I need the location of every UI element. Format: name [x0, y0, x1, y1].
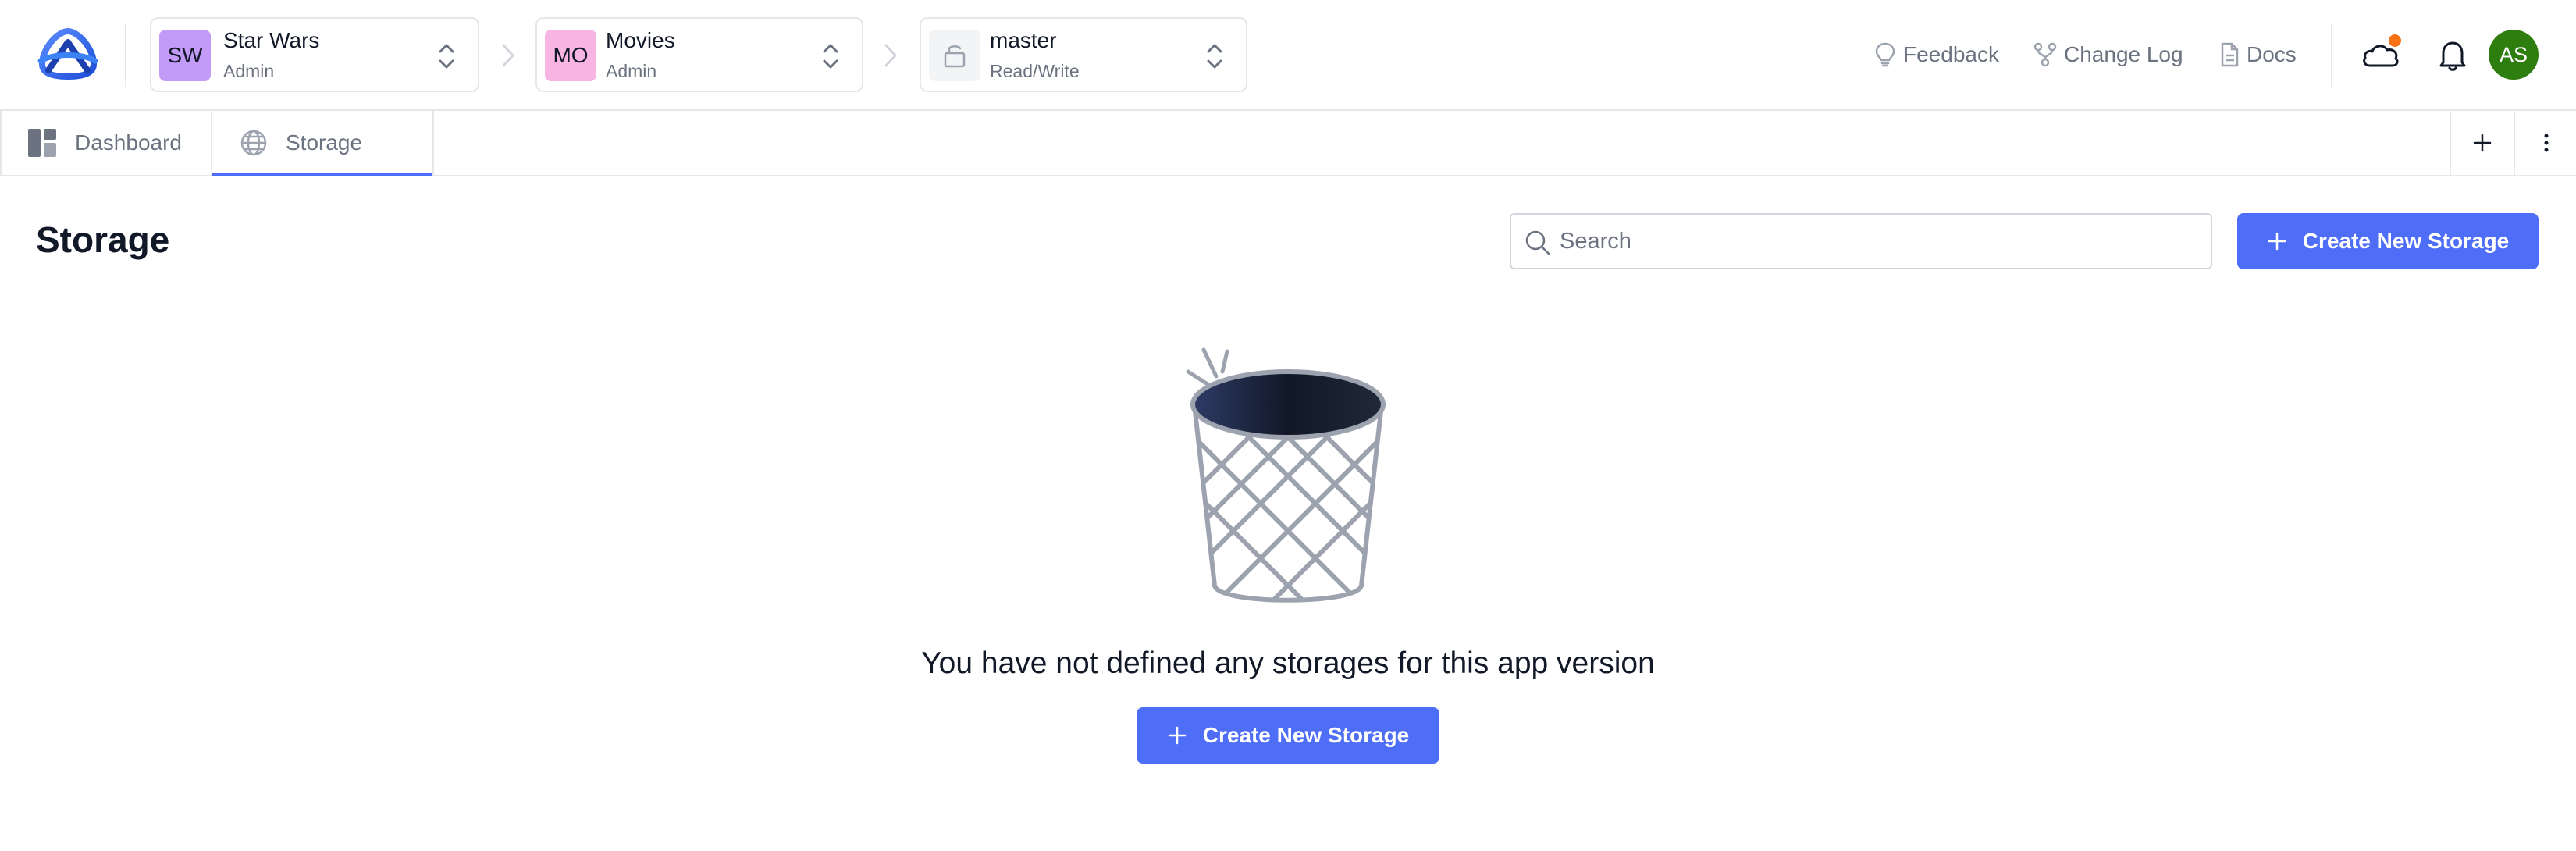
app-logo-icon[interactable] [34, 25, 101, 81]
workspace-name: Star Wars [223, 28, 320, 52]
document-icon [2221, 42, 2239, 67]
top-navigation-bar: SW Star Wars Admin MO Movies Admin maste… [0, 0, 2576, 111]
app-selector[interactable]: MO Movies Admin [535, 17, 863, 92]
feedback-link[interactable]: Feedback [1873, 41, 1999, 69]
notification-dot [2389, 34, 2401, 47]
create-new-storage-label: Create New Storage [2302, 229, 2510, 253]
page-title: Storage [36, 219, 170, 260]
divider [2331, 23, 2332, 87]
chevron-up-down-icon [439, 44, 454, 69]
app-badge: MO [545, 30, 596, 81]
tab-storage[interactable]: Storage [212, 111, 434, 176]
workspace-role: Admin [223, 61, 275, 81]
empty-state-message: You have not defined any storages for th… [921, 646, 1655, 680]
docs-label: Docs [2247, 42, 2297, 66]
chevron-right-icon [502, 44, 514, 67]
lightbulb-icon [1875, 42, 1895, 67]
globe-icon [240, 130, 267, 156]
create-new-storage-button[interactable]: Create New Storage [2237, 213, 2539, 269]
change-log-link[interactable]: Change Log [2033, 41, 2183, 69]
docs-link[interactable]: Docs [2218, 41, 2297, 69]
chevron-up-down-icon [1207, 44, 1222, 69]
feedback-label: Feedback [1903, 42, 1999, 66]
user-avatar[interactable]: AS [2489, 30, 2539, 80]
plus-icon [1168, 726, 1186, 745]
divider [125, 23, 126, 87]
change-log-label: Change Log [2064, 42, 2183, 66]
search-input[interactable] [1560, 221, 2200, 262]
search-box[interactable] [1510, 213, 2212, 269]
workspace-badge: SW [159, 30, 211, 81]
empty-wastebasket-icon [1186, 347, 1386, 603]
branch-access: Read/Write [990, 61, 1080, 81]
create-new-storage-empty-button[interactable]: Create New Storage [1137, 707, 1439, 764]
tab-dashboard[interactable]: Dashboard [0, 111, 212, 175]
chevron-up-down-icon [823, 44, 838, 69]
create-new-storage-empty-label: Create New Storage [1202, 723, 1410, 747]
chevron-right-icon [884, 44, 897, 67]
add-tab-button[interactable] [2450, 111, 2514, 175]
app-role: Admin [606, 61, 657, 81]
workspace-selector[interactable]: SW Star Wars Admin [150, 17, 479, 92]
tab-storage-label: Storage [286, 130, 363, 155]
git-fork-icon [2033, 42, 2057, 67]
bell-icon[interactable] [2434, 36, 2471, 73]
plus-icon [2473, 134, 2492, 152]
search-icon [1525, 230, 1550, 255]
tab-dashboard-label: Dashboard [75, 130, 182, 155]
more-vertical-icon [2544, 134, 2549, 152]
lock-icon [929, 30, 980, 81]
branch-selector[interactable]: master Read/Write [920, 17, 1247, 92]
more-options-button[interactable] [2514, 111, 2576, 175]
plus-icon [2268, 232, 2286, 251]
branch-name: master [990, 28, 1057, 52]
tab-bar: Dashboard Storage [0, 111, 2576, 176]
app-name: Movies [606, 28, 675, 52]
dashboard-icon [28, 129, 56, 157]
